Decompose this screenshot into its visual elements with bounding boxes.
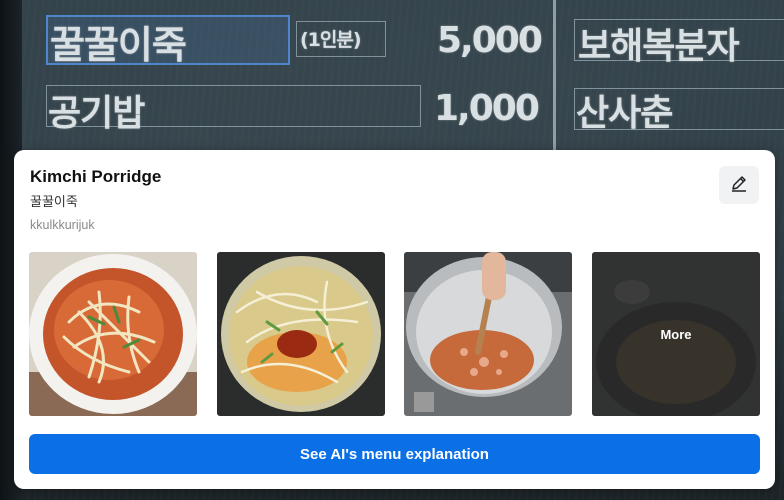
dish-photo-1[interactable] [29,252,197,416]
dish-romanization: kkulkkurijuk [30,218,95,232]
board-item-name: 공기밥 [48,93,145,134]
board-item-price: 1,000 [434,88,540,129]
board-item-name: 산사춘 [576,93,673,134]
board-item-name: 꿀꿀이죽 [50,23,187,67]
board-item-name: 보해복분자 [578,26,740,67]
board-item-portion: (1인분) [300,29,362,51]
dish-photo-3[interactable] [404,252,572,416]
dish-korean-name: 꿀꿀이죽 [30,195,78,210]
menu-item-card: Kimchi Porridge 꿀꿀이죽 kkulkkurijuk More S… [14,150,775,489]
board-divider [553,0,556,150]
ai-explanation-button[interactable]: See AI's menu explanation [29,434,760,474]
more-label: More [592,252,760,416]
dish-title: Kimchi Porridge [30,167,162,186]
edit-button[interactable] [719,166,759,204]
pencil-icon [729,173,749,198]
more-photos-tile[interactable]: More [592,252,760,416]
dish-photo-2[interactable] [217,252,385,416]
board-item-price: 5,000 [437,20,543,61]
